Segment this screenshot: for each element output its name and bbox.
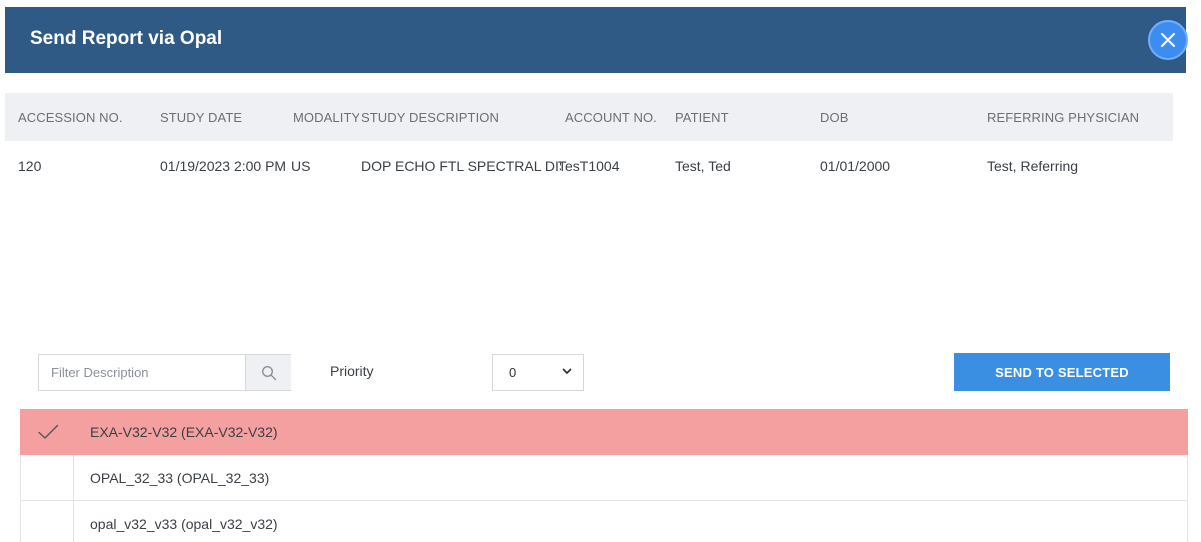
cell-study-description: DOP ECHO FTL SPECTRAL DISPLAY — [361, 158, 561, 174]
list-item[interactable]: OPAL_32_33 (OPAL_32_33) — [20, 455, 1188, 501]
destination-label: OPAL_32_33 (OPAL_32_33) — [90, 469, 270, 486]
table-row[interactable]: 120 01/19/2023 2:00 PM US DOP ECHO FTL S… — [5, 141, 1173, 191]
col-header-study-date[interactable]: STUDY DATE — [160, 93, 290, 141]
col-header-accession[interactable]: ACCESSION NO. — [18, 93, 158, 141]
col-header-dob[interactable]: DOB — [820, 93, 980, 141]
cell-dob: 01/01/2000 — [820, 158, 891, 174]
col-header-study-description[interactable]: STUDY DESCRIPTION — [361, 93, 561, 141]
row-checkbox[interactable] — [21, 410, 74, 454]
dialog-title: Send Report via Opal — [30, 28, 223, 49]
cell-account-no: TesT1004 — [558, 158, 620, 174]
list-item[interactable]: opal_v32_v33 (opal_v32_v32) — [20, 501, 1188, 542]
cell-modality: US — [291, 158, 311, 174]
row-checkbox[interactable] — [21, 501, 74, 542]
cell-accession: 120 — [18, 158, 42, 174]
col-header-modality[interactable]: MODALITY — [293, 93, 359, 141]
list-item[interactable]: EXA-V32-V32 (EXA-V32-V32) — [20, 409, 1188, 455]
filter-description-box — [38, 354, 291, 391]
destination-label: EXA-V32-V32 (EXA-V32-V32) — [90, 424, 278, 440]
col-header-patient[interactable]: PATIENT — [675, 93, 815, 141]
send-to-selected-button[interactable]: SEND TO SELECTED — [954, 353, 1170, 391]
filter-description-input[interactable] — [39, 355, 245, 390]
study-table: ACCESSION NO. STUDY DATE MODALITY STUDY … — [5, 93, 1173, 191]
col-header-account-no[interactable]: ACCOUNT NO. — [565, 93, 675, 141]
dialog-header: Send Report via Opal — [5, 7, 1186, 73]
destination-list: EXA-V32-V32 (EXA-V32-V32) OPAL_32_33 (OP… — [20, 409, 1188, 542]
check-icon — [37, 424, 58, 439]
priority-select[interactable]: 0 — [492, 354, 584, 391]
cell-referring-physician: Test, Referring — [987, 158, 1079, 174]
close-icon — [1161, 33, 1175, 47]
destination-label: opal_v32_v33 (opal_v32_v32) — [90, 515, 278, 532]
search-icon — [261, 365, 276, 380]
priority-selected-value: 0 — [509, 365, 517, 380]
row-checkbox[interactable] — [21, 455, 74, 500]
col-header-referring-physician[interactable]: REFERRING PHYSICIAN — [987, 93, 1173, 141]
study-table-header: ACCESSION NO. STUDY DATE MODALITY STUDY … — [5, 93, 1173, 141]
chevron-down-icon — [562, 368, 572, 374]
priority-label: Priority — [330, 363, 374, 379]
cell-patient: Test, Ted — [675, 158, 731, 174]
cell-study-date: 01/19/2023 2:00 PM — [160, 158, 287, 174]
close-button[interactable] — [1148, 20, 1188, 60]
search-button[interactable] — [245, 355, 291, 390]
